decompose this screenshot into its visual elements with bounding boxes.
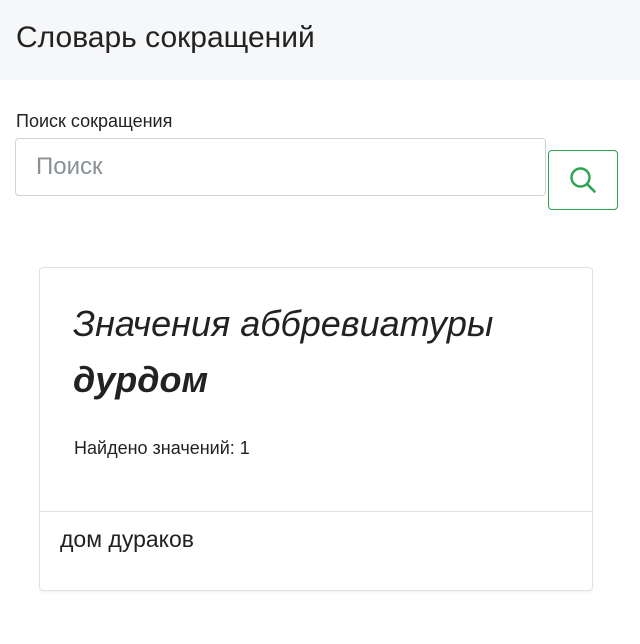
abbreviation-term: дурдом bbox=[73, 359, 209, 400]
app-header: Словарь сокращений bbox=[0, 0, 640, 80]
result-heading: Значения аббревиатуры дурдом bbox=[73, 296, 573, 408]
search-label: Поиск сокращения bbox=[16, 111, 173, 131]
results-count-label: Найдено значений: bbox=[74, 438, 235, 458]
search-button[interactable] bbox=[548, 150, 618, 210]
meaning-item: дом дураков bbox=[60, 526, 194, 552]
search-input[interactable] bbox=[15, 138, 546, 196]
search-icon bbox=[568, 165, 598, 195]
result-card: Значения аббревиатуры дурдом Найдено зна… bbox=[39, 267, 593, 591]
results-count-value: 1 bbox=[239, 438, 250, 458]
meanings-list: дом дураков bbox=[40, 512, 592, 566]
result-heading-prefix: Значения аббревиатуры bbox=[73, 303, 494, 344]
page-title: Словарь сокращений bbox=[16, 21, 315, 54]
results-count: Найдено значений: 1 bbox=[74, 436, 250, 460]
